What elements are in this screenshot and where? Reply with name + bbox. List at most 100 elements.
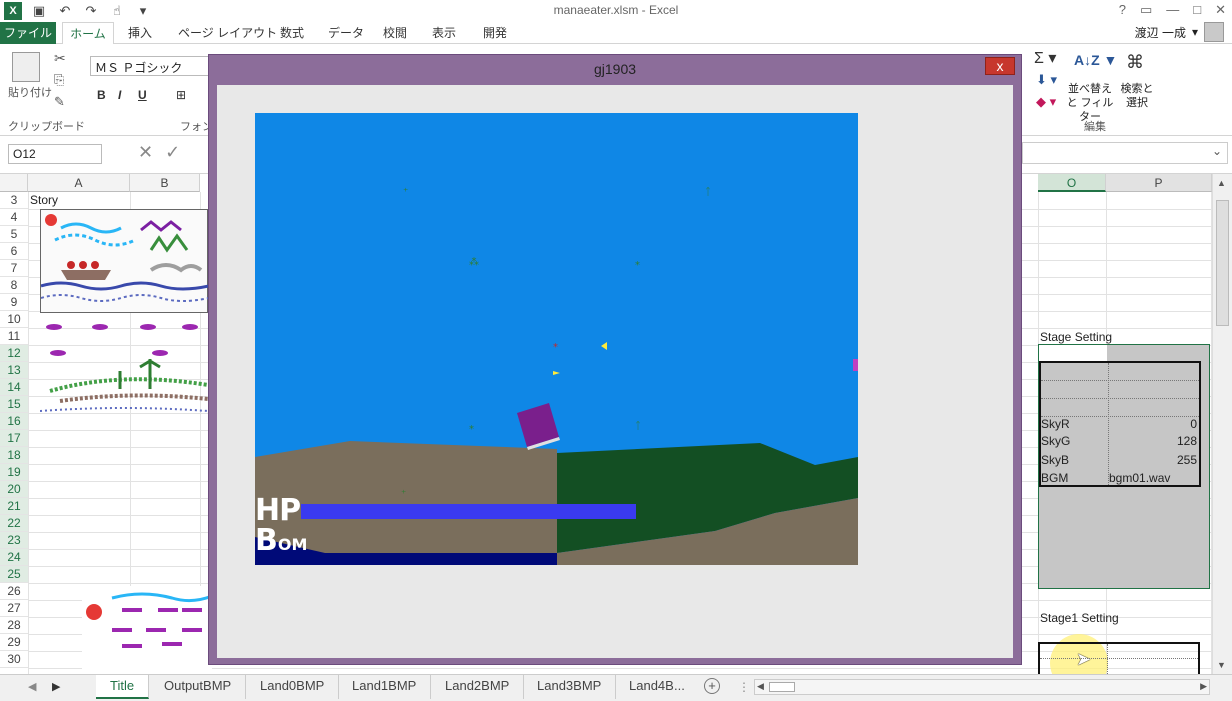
tab-home[interactable]: ホーム — [62, 22, 114, 45]
format-painter-icon[interactable]: ✎ — [54, 94, 65, 110]
tab-formulas[interactable]: 数式 — [280, 22, 304, 44]
cancel-icon[interactable]: ✕ — [138, 142, 165, 162]
tab-splitter[interactable]: ⋮ — [738, 680, 750, 694]
scroll-down-icon[interactable]: ▼ — [1217, 660, 1226, 670]
scroll-up-icon[interactable]: ▲ — [1217, 178, 1226, 188]
game-canvas[interactable]: ⁺ ᛏ ⁂ ⁎ ⁎ ⁎ ᛏ ⁺ HP BOM — [255, 113, 858, 565]
autosum-icon[interactable]: Σ ▾ — [1034, 48, 1056, 68]
tab-view[interactable]: 表示 — [432, 22, 456, 44]
table-row-skyr[interactable]: SkyR 0 — [1041, 415, 1199, 433]
enter-icon[interactable]: ✓ — [165, 142, 192, 162]
table-row[interactable] — [1040, 658, 1198, 659]
row-header[interactable]: 16 — [0, 413, 28, 430]
h-scroll-thumb[interactable] — [769, 682, 795, 692]
game-close-button[interactable]: x — [985, 57, 1015, 75]
row-header[interactable]: 4 — [0, 209, 28, 226]
formula-input[interactable] — [1022, 142, 1228, 164]
story-cell[interactable]: Story — [30, 193, 58, 207]
maximize-icon[interactable]: □ — [1193, 2, 1201, 18]
scroll-thumb[interactable] — [1216, 200, 1229, 326]
scroll-right-icon[interactable]: ▶ — [1200, 681, 1207, 692]
tab-insert[interactable]: 挿入 — [128, 22, 152, 44]
table-row-skyb[interactable]: SkyB 255 — [1041, 451, 1199, 469]
paste-label[interactable]: 貼り付け — [8, 84, 52, 100]
tab-page-layout[interactable]: ページ レイアウト — [178, 22, 277, 44]
tab-review[interactable]: 校閲 — [383, 22, 407, 44]
row-header[interactable]: 3 — [0, 192, 28, 209]
italic-button[interactable]: I — [118, 88, 121, 102]
help-icon[interactable]: ? — [1119, 2, 1126, 18]
sheet-tab-outputbmp[interactable]: OutputBMP — [150, 675, 247, 699]
column-header-b[interactable]: B — [130, 174, 200, 192]
close-icon[interactable]: ✕ — [1215, 2, 1226, 18]
user-account[interactable]: 渡辺 一成 ▾ — [1135, 22, 1224, 42]
row-header[interactable]: 6 — [0, 243, 28, 260]
sort-filter-icon[interactable]: A↓Z ▼ — [1074, 52, 1117, 68]
row-header[interactable]: 19 — [0, 464, 28, 481]
row-header[interactable]: 17 — [0, 430, 28, 447]
row-header[interactable]: 27 — [0, 600, 28, 617]
binoculars-icon[interactable]: ⌘ — [1126, 52, 1144, 73]
underline-button[interactable]: U — [138, 88, 147, 102]
row-header[interactable]: 25 — [0, 566, 28, 583]
ribbon-display-icon[interactable]: ▭ — [1140, 2, 1152, 18]
fill-icon[interactable]: ⬇ ▾ — [1036, 72, 1057, 88]
game-window-title[interactable]: gj1903 — [209, 55, 1021, 83]
next-sheet-icon[interactable]: ▶ — [52, 680, 60, 693]
clear-icon[interactable]: ◆ ▾ — [1036, 94, 1056, 110]
row-header[interactable]: 15 — [0, 396, 28, 413]
column-header-a[interactable]: A — [28, 174, 130, 192]
row-header[interactable]: 18 — [0, 447, 28, 464]
font-name-box[interactable]: ＭＳ Ｐゴシック — [90, 56, 210, 76]
more-sheets-button[interactable]: ... — [672, 675, 687, 699]
column-header-p[interactable]: P — [1106, 174, 1212, 192]
expand-formula-icon[interactable]: ⌄ — [1212, 144, 1222, 158]
table-row[interactable] — [1041, 363, 1199, 381]
select-all-corner[interactable] — [0, 174, 28, 192]
row-header[interactable]: 12 — [0, 345, 28, 362]
sheet-tab-land2bmp[interactable]: Land2BMP — [431, 675, 525, 699]
user-name[interactable]: 渡辺 一成 — [1135, 24, 1186, 41]
row-header[interactable]: 20 — [0, 481, 28, 498]
stage-setting-label[interactable]: Stage Setting — [1040, 330, 1112, 344]
table-row-bgm[interactable]: BGM bgm01.wav — [1041, 469, 1199, 487]
table-row[interactable] — [1041, 381, 1199, 399]
row-header[interactable]: 23 — [0, 532, 28, 549]
bottom-drawing[interactable] — [82, 586, 213, 674]
cut-icon[interactable]: ✂ — [54, 50, 66, 67]
copy-icon[interactable]: ⎘ — [54, 72, 64, 88]
row-header[interactable]: 24 — [0, 549, 28, 566]
sheet-tab-land0bmp[interactable]: Land0BMP — [246, 675, 340, 699]
bold-button[interactable]: B — [97, 88, 106, 102]
sheet-tab-title[interactable]: Title — [96, 675, 150, 699]
row-header[interactable]: 28 — [0, 617, 28, 634]
stage1-setting-label[interactable]: Stage1 Setting — [1040, 611, 1119, 625]
sheet-tab-land4b[interactable]: Land4B — [615, 675, 678, 699]
row-header[interactable]: 10 — [0, 311, 28, 328]
vertical-scrollbar[interactable]: ▲ ▼ — [1212, 174, 1232, 674]
find-select-button[interactable]: 検索と 選択 — [1120, 82, 1154, 110]
add-sheet-icon[interactable]: + — [704, 678, 720, 694]
row-header[interactable]: 7 — [0, 260, 28, 277]
story-drawing[interactable] — [40, 209, 210, 313]
sheet-tab-land3bmp[interactable]: Land3BMP — [523, 675, 617, 699]
scroll-left-icon[interactable]: ◀ — [757, 681, 764, 692]
row-header[interactable]: 14 — [0, 379, 28, 396]
column-header-o[interactable]: O — [1038, 174, 1106, 192]
row-header[interactable]: 22 — [0, 515, 28, 532]
table-row-skyg[interactable]: SkyG 128 — [1041, 432, 1199, 450]
border-icon[interactable]: ⊞ — [176, 88, 186, 102]
tab-data[interactable]: データ — [328, 22, 364, 44]
island-drawing[interactable] — [39, 319, 209, 415]
tab-developer[interactable]: 開発 — [483, 22, 507, 44]
minimize-icon[interactable]: — — [1166, 2, 1179, 18]
row-header[interactable]: 8 — [0, 277, 28, 294]
row-header[interactable]: 5 — [0, 226, 28, 243]
sheet-tab-land1bmp[interactable]: Land1BMP — [338, 675, 432, 699]
horizontal-scrollbar[interactable]: ◀ ▶ — [754, 679, 1210, 695]
row-header[interactable]: 21 — [0, 498, 28, 515]
tab-file[interactable]: ファイル — [0, 22, 56, 44]
avatar[interactable] — [1204, 22, 1224, 42]
row-header[interactable]: 9 — [0, 294, 28, 311]
selected-range[interactable]: SkyR 0 SkyG 128 SkyB 255 BGM bgm01.wav — [1038, 344, 1210, 589]
